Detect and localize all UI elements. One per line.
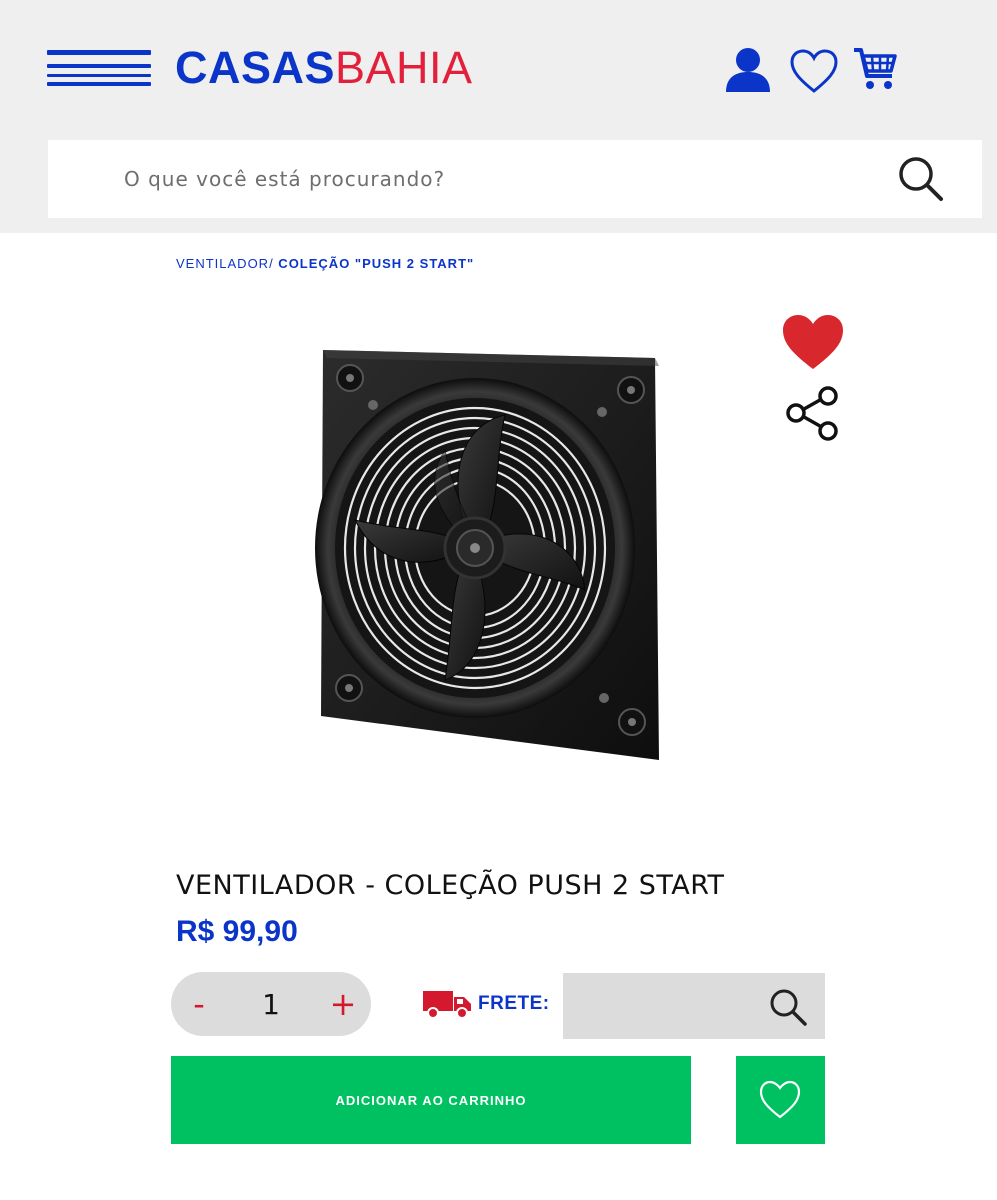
menu-icon[interactable] [47, 50, 151, 86]
user-icon[interactable] [724, 47, 772, 93]
site-header: CASASBAHIA [0, 0, 997, 233]
add-to-cart-button[interactable]: ADICIONAR AO CARRINHO [171, 1056, 691, 1144]
heart-outline-icon [759, 1080, 801, 1119]
product-price: R$ 99,90 [176, 915, 298, 948]
frete-label: FRETE: [478, 993, 550, 1014]
product-title: VENTILADOR - COLEÇÃO PUSH 2 START [176, 870, 725, 901]
quantity-decrease-button[interactable]: - [177, 972, 221, 1036]
heart-outline-icon[interactable] [789, 48, 839, 94]
logo-bahia: BAHIA [335, 42, 473, 93]
breadcrumb-current: COLEÇÃO "PUSH 2 START" [273, 256, 475, 271]
logo-casas: CASAS [175, 42, 336, 93]
heart-filled-icon[interactable] [780, 313, 846, 373]
share-icon[interactable] [785, 386, 841, 442]
site-logo[interactable]: CASASBAHIA [175, 42, 473, 94]
quantity-stepper: - + [171, 972, 371, 1036]
quantity-increase-button[interactable]: + [321, 972, 365, 1036]
shipping-cep-input[interactable] [563, 973, 763, 1039]
search-input[interactable] [48, 140, 888, 218]
search-icon[interactable] [767, 986, 809, 1028]
breadcrumb: VENTILADOR/ COLEÇÃO "PUSH 2 START" [176, 256, 474, 271]
search-bar [48, 140, 982, 218]
add-to-wishlist-button[interactable] [736, 1056, 825, 1144]
breadcrumb-category[interactable]: VENTILADOR/ [176, 256, 274, 271]
shipping-cep-field [563, 973, 825, 1039]
cart-icon[interactable] [852, 46, 898, 92]
product-image [295, 330, 685, 790]
truck-icon [422, 989, 474, 1024]
quantity-input[interactable] [241, 972, 301, 1036]
search-icon[interactable] [896, 154, 946, 204]
